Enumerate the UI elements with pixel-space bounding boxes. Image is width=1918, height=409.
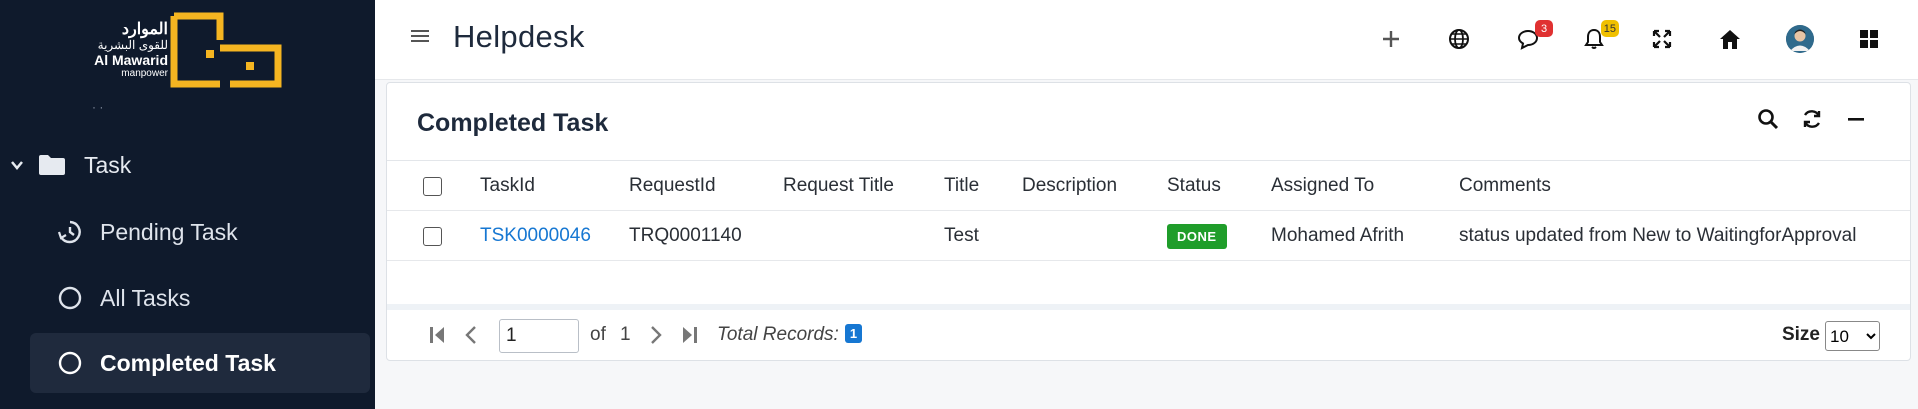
page-number-input[interactable]	[499, 319, 579, 353]
expand-icon	[1652, 29, 1672, 49]
circle-icon	[54, 347, 86, 379]
topbar: Helpdesk 3 15	[375, 0, 1918, 80]
table-row[interactable]: TSK0000046 TRQ0001140 Test DONE Mohamed …	[387, 211, 1910, 261]
completed-task-card: Completed Task TaskId RequestId Request …	[386, 82, 1911, 361]
home-button[interactable]	[1713, 22, 1747, 56]
clock-cycle-icon	[54, 216, 86, 248]
plus-icon	[1383, 31, 1399, 47]
select-all-checkbox[interactable]	[423, 176, 442, 196]
first-page-button[interactable]	[425, 322, 449, 348]
chevron-down-icon	[11, 161, 23, 170]
add-button[interactable]	[1374, 22, 1408, 56]
column-header-comments[interactable]: Comments	[1459, 161, 1551, 211]
sidebar-item-pending-task[interactable]: Pending Task	[30, 202, 370, 262]
card-toolbar	[1754, 105, 1870, 133]
fullscreen-button[interactable]	[1645, 22, 1679, 56]
first-page-icon	[430, 327, 444, 343]
messages-button[interactable]: 3	[1511, 20, 1553, 56]
table-header-row: TaskId RequestId Request Title Title Des…	[387, 161, 1910, 211]
refresh-icon	[1803, 110, 1821, 128]
chevron-left-icon	[465, 326, 476, 344]
column-header-title[interactable]: Title	[944, 161, 979, 211]
last-page-icon	[683, 327, 697, 343]
notifications-button[interactable]: 15	[1577, 20, 1619, 56]
grid-icon	[1860, 30, 1878, 48]
sidebar-item-label: Completed Task	[100, 349, 276, 376]
previous-page-button[interactable]	[459, 322, 483, 348]
of-label: of	[590, 324, 606, 345]
notifications-count-badge: 15	[1600, 20, 1619, 37]
refresh-button[interactable]	[1798, 105, 1826, 133]
language-button[interactable]	[1442, 22, 1476, 56]
status-badge: DONE	[1167, 223, 1227, 249]
globe-icon	[1449, 29, 1469, 49]
apps-grid-button[interactable]	[1852, 22, 1886, 56]
assigned-to-cell: Mohamed Afrith	[1271, 225, 1405, 246]
page-size-select[interactable]: 10	[1825, 321, 1880, 351]
search-icon	[1758, 109, 1779, 130]
user-avatar-button[interactable]	[1783, 22, 1817, 56]
last-page-button[interactable]	[678, 322, 702, 348]
hamburger-menu-icon[interactable]	[410, 26, 430, 46]
total-records-label: Total Records:	[717, 324, 839, 345]
pagination-bar: of 1 Total Records: 1 Size 10	[387, 304, 1910, 360]
page-title: Helpdesk	[453, 19, 585, 54]
minus-icon	[1848, 118, 1864, 121]
title-cell: Test	[944, 225, 979, 246]
request-id-cell: TRQ0001140	[629, 225, 742, 246]
sidebar-item-all-tasks[interactable]: All Tasks	[30, 268, 370, 328]
chevron-right-icon	[651, 326, 662, 344]
column-header-taskid[interactable]: TaskId	[480, 161, 535, 211]
sidebar-item-label: Pending Task	[100, 218, 238, 245]
search-button[interactable]	[1754, 105, 1782, 133]
sidebar-item-completed-task[interactable]: Completed Task	[30, 333, 370, 393]
task-id-link[interactable]: TSK0000046	[480, 211, 591, 261]
brand-text: الموارد للقوى البشرية Al Mawarid manpowe…	[70, 21, 168, 80]
total-pages: 1	[620, 324, 631, 345]
brand-arabic-line2: للقوى البشرية	[97, 38, 168, 52]
circle-icon	[54, 282, 86, 314]
column-header-status[interactable]: Status	[1167, 161, 1221, 211]
task-table: TaskId RequestId Request Title Title Des…	[387, 160, 1910, 261]
brand-english-line1: Al Mawarid	[94, 52, 168, 68]
column-header-request-title[interactable]: Request Title	[783, 161, 894, 211]
sidebar-group-label: Task	[84, 151, 132, 178]
page-size-label: Size	[1781, 324, 1820, 345]
card-title: Completed Task	[417, 109, 609, 137]
row-checkbox[interactable]	[423, 226, 442, 246]
collapse-button[interactable]	[1842, 105, 1870, 133]
comments-cell: status updated from New to WaitingforApp…	[1459, 225, 1857, 246]
next-page-button[interactable]	[644, 322, 668, 348]
brand-arabic-line1: الموارد	[121, 21, 168, 38]
messages-count-badge: 3	[1535, 20, 1553, 37]
column-header-assigned-to[interactable]: Assigned To	[1271, 161, 1374, 211]
home-icon	[1720, 30, 1740, 49]
brand-logo[interactable]: الموارد للقوى البشرية Al Mawarid manpowe…	[70, 10, 285, 90]
column-header-description[interactable]: Description	[1022, 161, 1117, 211]
folder-icon	[39, 155, 65, 175]
brand-mark-icon	[170, 12, 282, 88]
sidebar-scroll-stub: · ·	[92, 100, 104, 114]
sidebar-group-task[interactable]: Task	[0, 140, 131, 190]
column-header-requestid[interactable]: RequestId	[629, 161, 716, 211]
sidebar: الموارد للقوى البشرية Al Mawarid manpowe…	[0, 0, 375, 409]
brand-english-line2: manpower	[121, 68, 168, 79]
sidebar-item-label: All Tasks	[100, 284, 191, 311]
total-records-badge: 1	[844, 324, 863, 343]
avatar	[1786, 25, 1814, 53]
total-records: Total Records: 1	[717, 324, 863, 346]
